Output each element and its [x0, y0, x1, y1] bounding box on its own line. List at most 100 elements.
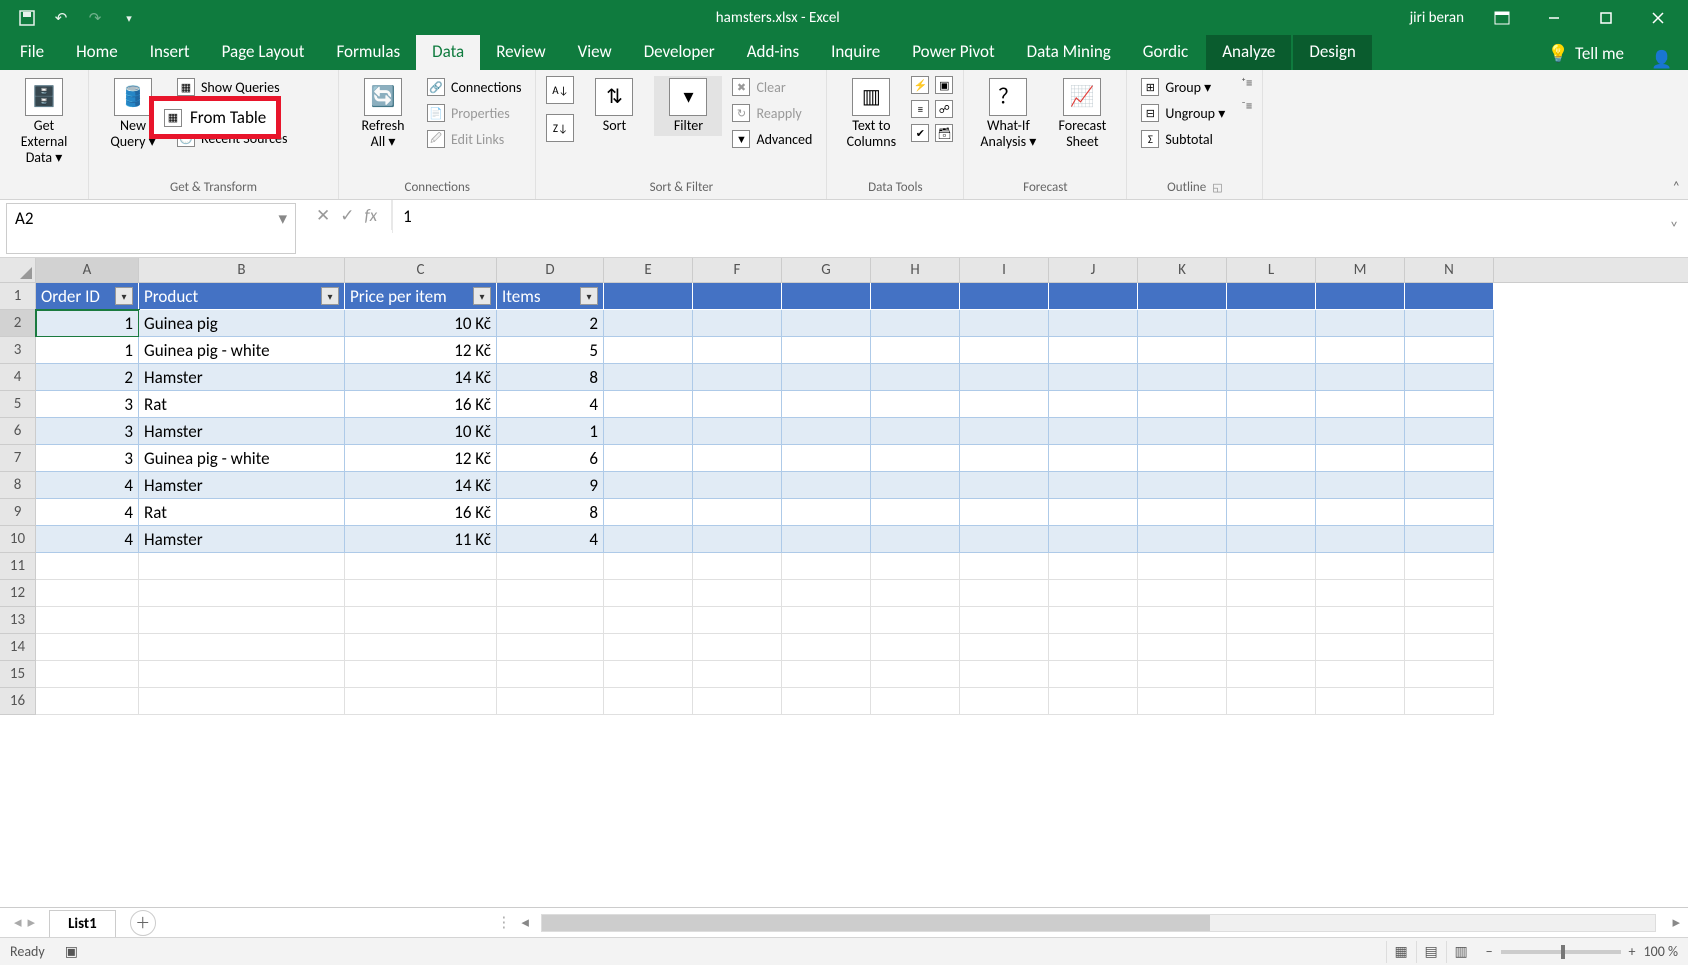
table-header[interactable]: Price per item▾: [345, 283, 497, 310]
cell[interactable]: [693, 310, 782, 337]
cell[interactable]: [871, 310, 960, 337]
zoom-level[interactable]: 100 %: [1644, 943, 1678, 960]
cell[interactable]: [871, 661, 960, 688]
customize-qat-button[interactable]: ▾: [116, 5, 142, 31]
cell[interactable]: [1227, 391, 1316, 418]
cell[interactable]: [1138, 553, 1227, 580]
cell[interactable]: 6: [497, 445, 604, 472]
col-header-F[interactable]: F: [693, 258, 782, 282]
cell[interactable]: [1227, 472, 1316, 499]
sort-asc-icon[interactable]: A↓: [546, 76, 574, 104]
row-header[interactable]: 2: [0, 310, 36, 337]
zoom-out-button[interactable]: −: [1486, 943, 1493, 960]
cell[interactable]: Rat: [139, 499, 345, 526]
prev-sheet-icon[interactable]: ◂: [14, 913, 22, 932]
page-break-view-icon[interactable]: ▥: [1446, 941, 1476, 963]
cell[interactable]: [782, 472, 871, 499]
col-header-J[interactable]: J: [1049, 258, 1138, 282]
cell[interactable]: [1049, 472, 1138, 499]
cell[interactable]: [1405, 337, 1494, 364]
row-header[interactable]: 14: [0, 634, 36, 661]
cell[interactable]: [36, 553, 139, 580]
cell[interactable]: [960, 364, 1049, 391]
select-all-corner[interactable]: [0, 258, 36, 282]
col-header-K[interactable]: K: [1138, 258, 1227, 282]
tab-formulas[interactable]: Formulas: [320, 35, 416, 70]
cell[interactable]: 1: [36, 337, 139, 364]
cell[interactable]: [1405, 661, 1494, 688]
zoom-slider[interactable]: [1501, 950, 1621, 954]
new-sheet-button[interactable]: ＋: [130, 910, 156, 936]
cell[interactable]: [139, 634, 345, 661]
cell[interactable]: [1227, 499, 1316, 526]
cell[interactable]: [604, 310, 693, 337]
tell-me[interactable]: 💡 Tell me: [1532, 37, 1640, 70]
tab-view[interactable]: View: [562, 35, 628, 70]
cell[interactable]: Guinea pig - white: [139, 445, 345, 472]
get-external-data-button[interactable]: 🗄️ Get External Data ▾: [10, 76, 78, 168]
cell[interactable]: [960, 634, 1049, 661]
cell[interactable]: [1405, 526, 1494, 553]
cell[interactable]: [871, 553, 960, 580]
cell[interactable]: [871, 634, 960, 661]
cell[interactable]: [1316, 607, 1405, 634]
fx-icon[interactable]: fx: [365, 205, 378, 226]
cell[interactable]: [1138, 526, 1227, 553]
cell[interactable]: 16 Kč: [345, 499, 497, 526]
cell[interactable]: [871, 283, 960, 310]
col-header-E[interactable]: E: [604, 258, 693, 282]
cell[interactable]: [871, 499, 960, 526]
table-header[interactable]: Order ID▾: [36, 283, 139, 310]
cell[interactable]: [36, 661, 139, 688]
save-button[interactable]: [14, 5, 40, 31]
cell[interactable]: [1316, 580, 1405, 607]
cell[interactable]: [1049, 661, 1138, 688]
maximize-button[interactable]: [1582, 0, 1630, 36]
cell[interactable]: [604, 553, 693, 580]
cell[interactable]: [345, 661, 497, 688]
cell[interactable]: [1049, 310, 1138, 337]
tab-inquire[interactable]: Inquire: [815, 35, 896, 70]
cell[interactable]: [782, 445, 871, 472]
tab-analyze[interactable]: Analyze: [1206, 35, 1291, 70]
cell[interactable]: [1227, 283, 1316, 310]
col-header-C[interactable]: C: [345, 258, 497, 282]
cell[interactable]: [693, 472, 782, 499]
cell[interactable]: [1316, 688, 1405, 715]
cell[interactable]: [693, 553, 782, 580]
cell[interactable]: [604, 526, 693, 553]
cell[interactable]: [1227, 364, 1316, 391]
cell[interactable]: [1227, 526, 1316, 553]
cell[interactable]: [693, 445, 782, 472]
cell[interactable]: [1138, 391, 1227, 418]
cell[interactable]: 1: [497, 418, 604, 445]
cell[interactable]: [345, 634, 497, 661]
collapse-ribbon-button[interactable]: ˄: [1672, 178, 1680, 195]
cell[interactable]: 12 Kč: [345, 337, 497, 364]
cell[interactable]: [693, 391, 782, 418]
cell[interactable]: 10 Kč: [345, 418, 497, 445]
cell[interactable]: [782, 337, 871, 364]
cell[interactable]: [1316, 337, 1405, 364]
cell[interactable]: [782, 688, 871, 715]
cell[interactable]: [693, 364, 782, 391]
cell[interactable]: [871, 526, 960, 553]
hide-detail-icon[interactable]: ⁻≡: [1241, 99, 1252, 114]
cell[interactable]: [693, 499, 782, 526]
cell[interactable]: [604, 337, 693, 364]
row-header[interactable]: 12: [0, 580, 36, 607]
what-if-button[interactable]: ？ What-If Analysis ▾: [974, 76, 1042, 152]
table-header[interactable]: Items▾: [497, 283, 604, 310]
cell[interactable]: [693, 337, 782, 364]
formula-input[interactable]: 1: [392, 200, 1660, 233]
normal-view-icon[interactable]: ▦: [1386, 941, 1416, 963]
cell[interactable]: [1227, 310, 1316, 337]
cell[interactable]: [1227, 607, 1316, 634]
cell[interactable]: [1316, 310, 1405, 337]
cell[interactable]: Hamster: [139, 418, 345, 445]
filter-dropdown-icon[interactable]: ▾: [473, 287, 491, 305]
cell[interactable]: [1405, 553, 1494, 580]
cell[interactable]: Guinea pig - white: [139, 337, 345, 364]
ungroup-button[interactable]: ⊟Ungroup ▾: [1137, 102, 1229, 124]
share-icon[interactable]: 👤: [1640, 49, 1684, 70]
